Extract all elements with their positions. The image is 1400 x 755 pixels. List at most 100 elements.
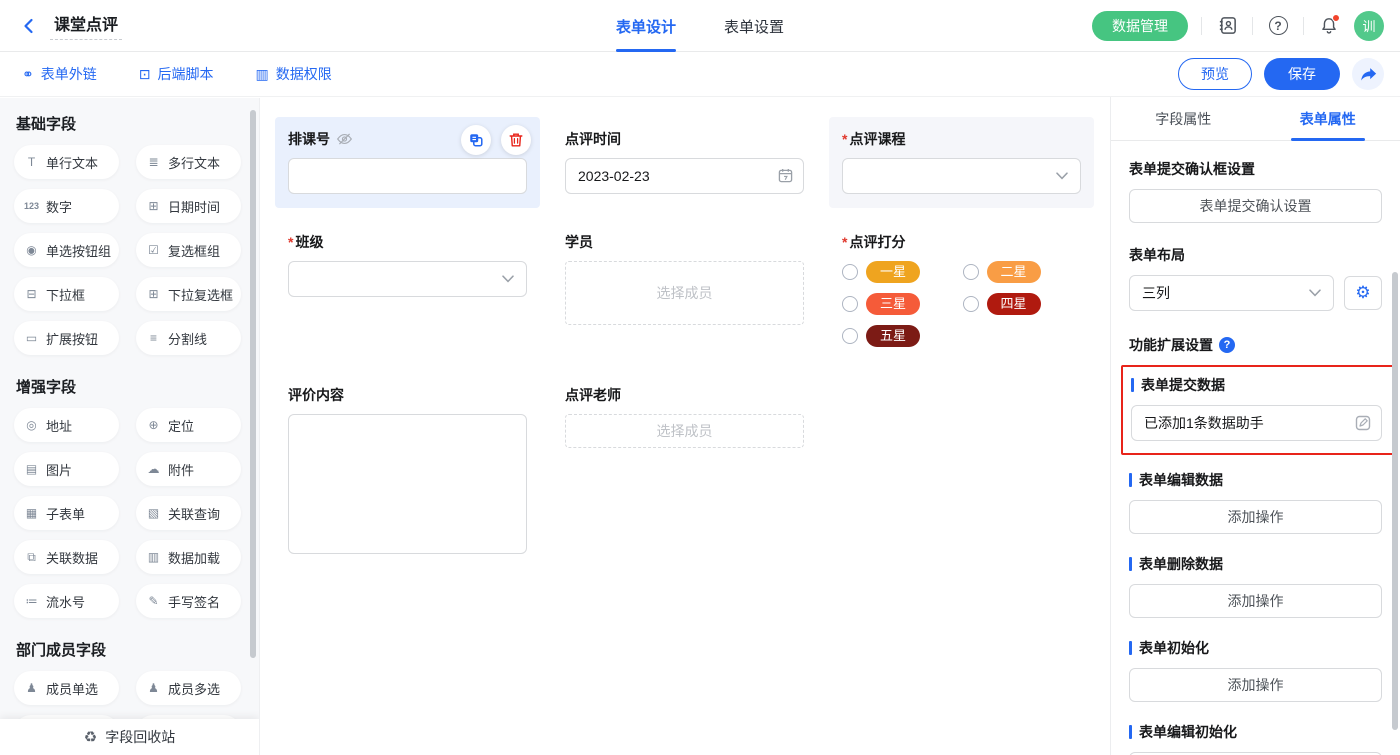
field-block-review-teacher[interactable]: 点评老师 选择成员 — [552, 373, 817, 462]
edit-icon[interactable] — [1355, 415, 1371, 431]
radio-button[interactable] — [963, 296, 979, 312]
sidebar-scrollbar[interactable] — [250, 110, 256, 658]
backend-script-link[interactable]: ⊡ 后端脚本 — [139, 64, 214, 84]
sidebar-item-member-single[interactable]: ♟成员单选 — [14, 671, 119, 705]
sidebar-item-attachment[interactable]: ☁附件 — [136, 452, 241, 486]
form-layout-row: 三列 ⚙ — [1129, 275, 1382, 311]
field-recycle-bin[interactable]: ♻ 字段回收站 — [0, 719, 259, 755]
sidebar-item-image[interactable]: ▤图片 — [14, 452, 119, 486]
field-block-schedule-no[interactable]: 排课号 — [275, 117, 540, 208]
submit-confirm-title: 表单提交确认框设置 — [1129, 159, 1382, 179]
tab-field-properties[interactable]: 字段属性 — [1111, 97, 1256, 140]
teacher-member-picker[interactable]: 选择成员 — [565, 414, 804, 448]
item-label: 定位 — [168, 416, 194, 435]
section-title-enhanced-fields: 增强字段 — [16, 376, 259, 397]
data-permission-link[interactable]: ▥ 数据权限 — [255, 64, 331, 84]
review-teacher-label: 点评老师 — [565, 385, 621, 405]
panel-scrollbar[interactable] — [1392, 272, 1398, 730]
form-external-link[interactable]: ⚭ 表单外链 — [22, 64, 97, 84]
star-tag-3[interactable]: 三星 — [866, 293, 920, 315]
review-course-select[interactable] — [842, 158, 1081, 194]
init-add-button[interactable]: 添加操作 — [1129, 668, 1382, 702]
extension-help-icon[interactable]: ? — [1219, 337, 1235, 353]
back-icon[interactable] — [20, 17, 38, 35]
preview-button[interactable]: 预览 — [1178, 58, 1252, 90]
field-label-row: 学员 — [565, 232, 804, 252]
item-label: 流水号 — [46, 592, 85, 611]
sidebar-item-number[interactable]: 123数字 — [14, 189, 119, 223]
layout-select[interactable]: 三列 — [1129, 275, 1334, 311]
field-block-class[interactable]: *班级 — [275, 220, 540, 311]
delete-data-add-button[interactable]: 添加操作 — [1129, 584, 1382, 618]
student-member-picker[interactable]: 选择成员 — [565, 261, 804, 325]
sidebar-item-member-multi[interactable]: ♟成员多选 — [136, 671, 241, 705]
star-tag-4[interactable]: 四星 — [987, 293, 1041, 315]
item-label: 数据加载 — [168, 548, 220, 567]
sidebar-item-subform[interactable]: ▦子表单 — [14, 496, 119, 530]
star-tag-1[interactable]: 一星 — [866, 261, 920, 283]
page-title[interactable]: 课堂点评 — [50, 11, 122, 40]
radio-button[interactable] — [963, 264, 979, 280]
form-designer-page: 课堂点评 表单设计 表单设置 数据管理 ? 训 ⚭ — [0, 0, 1400, 755]
sidebar-item-radio-group[interactable]: ◉单选按钮组 — [14, 233, 119, 267]
sidebar-item-single-line-text[interactable]: T单行文本 — [14, 145, 119, 179]
contacts-icon[interactable] — [1215, 14, 1239, 38]
sidebar-item-address[interactable]: ◎地址 — [14, 408, 119, 442]
tab-form-settings[interactable]: 表单设置 — [724, 0, 784, 52]
field-block-review-content[interactable]: 评价内容 — [275, 373, 540, 573]
sidebar-item-relation-data[interactable]: ⧉关联数据 — [14, 540, 119, 574]
sidebar-item-signature[interactable]: ✎手写签名 — [136, 584, 241, 618]
delete-field-button[interactable] — [501, 125, 531, 155]
sidebar-item-dropdown[interactable]: ⊟下拉框 — [14, 277, 119, 311]
schedule-no-input[interactable] — [288, 158, 527, 194]
radio-button[interactable] — [842, 328, 858, 344]
sidebar-item-data-load[interactable]: ▥数据加载 — [136, 540, 241, 574]
class-select[interactable] — [288, 261, 527, 297]
field-block-review-course[interactable]: *点评课程 — [829, 117, 1094, 208]
copy-field-button[interactable] — [461, 125, 491, 155]
star-tag-2[interactable]: 二星 — [987, 261, 1041, 283]
avatar[interactable]: 训 — [1354, 11, 1384, 41]
field-block-student[interactable]: 学员 选择成员 — [552, 220, 817, 339]
field-block-review-time[interactable]: 点评时间 — [552, 117, 817, 208]
calendar-icon: ⊞ — [146, 199, 161, 213]
help-question-glyph: ? — [1269, 16, 1288, 35]
save-button[interactable]: 保存 — [1264, 58, 1340, 90]
sidebar-item-date-time[interactable]: ⊞日期时间 — [136, 189, 241, 223]
item-label: 数字 — [46, 197, 72, 216]
data-manage-button[interactable]: 数据管理 — [1092, 11, 1188, 41]
help-icon[interactable]: ? — [1266, 14, 1290, 38]
field-label-row: *点评打分 — [842, 232, 1081, 252]
required-mark: * — [288, 234, 293, 250]
sidebar-item-serial-number[interactable]: ≔流水号 — [14, 584, 119, 618]
layout-settings-button[interactable]: ⚙ — [1344, 276, 1382, 310]
review-content-textarea[interactable] — [288, 414, 527, 554]
sidebar-item-divider-line[interactable]: ≡分割线 — [136, 321, 241, 355]
sidebar-item-checkbox-group[interactable]: ☑复选框组 — [136, 233, 241, 267]
sidebar-item-multi-line-text[interactable]: ≣多行文本 — [136, 145, 241, 179]
tab-form-properties[interactable]: 表单属性 — [1256, 97, 1400, 140]
submit-confirm-settings-button[interactable]: 表单提交确认设置 — [1129, 189, 1382, 223]
score-option-2: 二星 — [963, 261, 1082, 283]
star-tag-5[interactable]: 五星 — [866, 325, 920, 347]
field-block-review-score[interactable]: *点评打分 一星 二星 三星 — [829, 220, 1094, 361]
submit-data-value-box[interactable]: 已添加1条数据助手 — [1131, 405, 1382, 441]
share-button[interactable] — [1352, 58, 1384, 90]
review-score-label: 点评打分 — [849, 232, 905, 252]
review-time-input[interactable] — [565, 158, 804, 194]
radio-button[interactable] — [842, 264, 858, 280]
sidebar-item-relation-query[interactable]: ▧关联查询 — [136, 496, 241, 530]
sidebar-item-dropdown-multi[interactable]: ⊞下拉复选框 — [136, 277, 241, 311]
sidebar-item-extend-button[interactable]: ▭扩展按钮 — [14, 321, 119, 355]
edit-data-add-button[interactable]: 添加操作 — [1129, 500, 1382, 534]
sidebar-item-location[interactable]: ⊕定位 — [136, 408, 241, 442]
item-label: 手写签名 — [168, 592, 220, 611]
radio-button[interactable] — [842, 296, 858, 312]
address-pin-icon: ◎ — [24, 418, 39, 432]
tab-form-design[interactable]: 表单设计 — [616, 0, 676, 52]
form-grid: 排课号 点评时间 — [260, 97, 1110, 573]
submit-data-value: 已添加1条数据助手 — [1144, 413, 1264, 433]
divider — [1252, 17, 1253, 35]
notification-bell-icon[interactable] — [1317, 14, 1341, 38]
item-label: 关联查询 — [168, 504, 220, 523]
